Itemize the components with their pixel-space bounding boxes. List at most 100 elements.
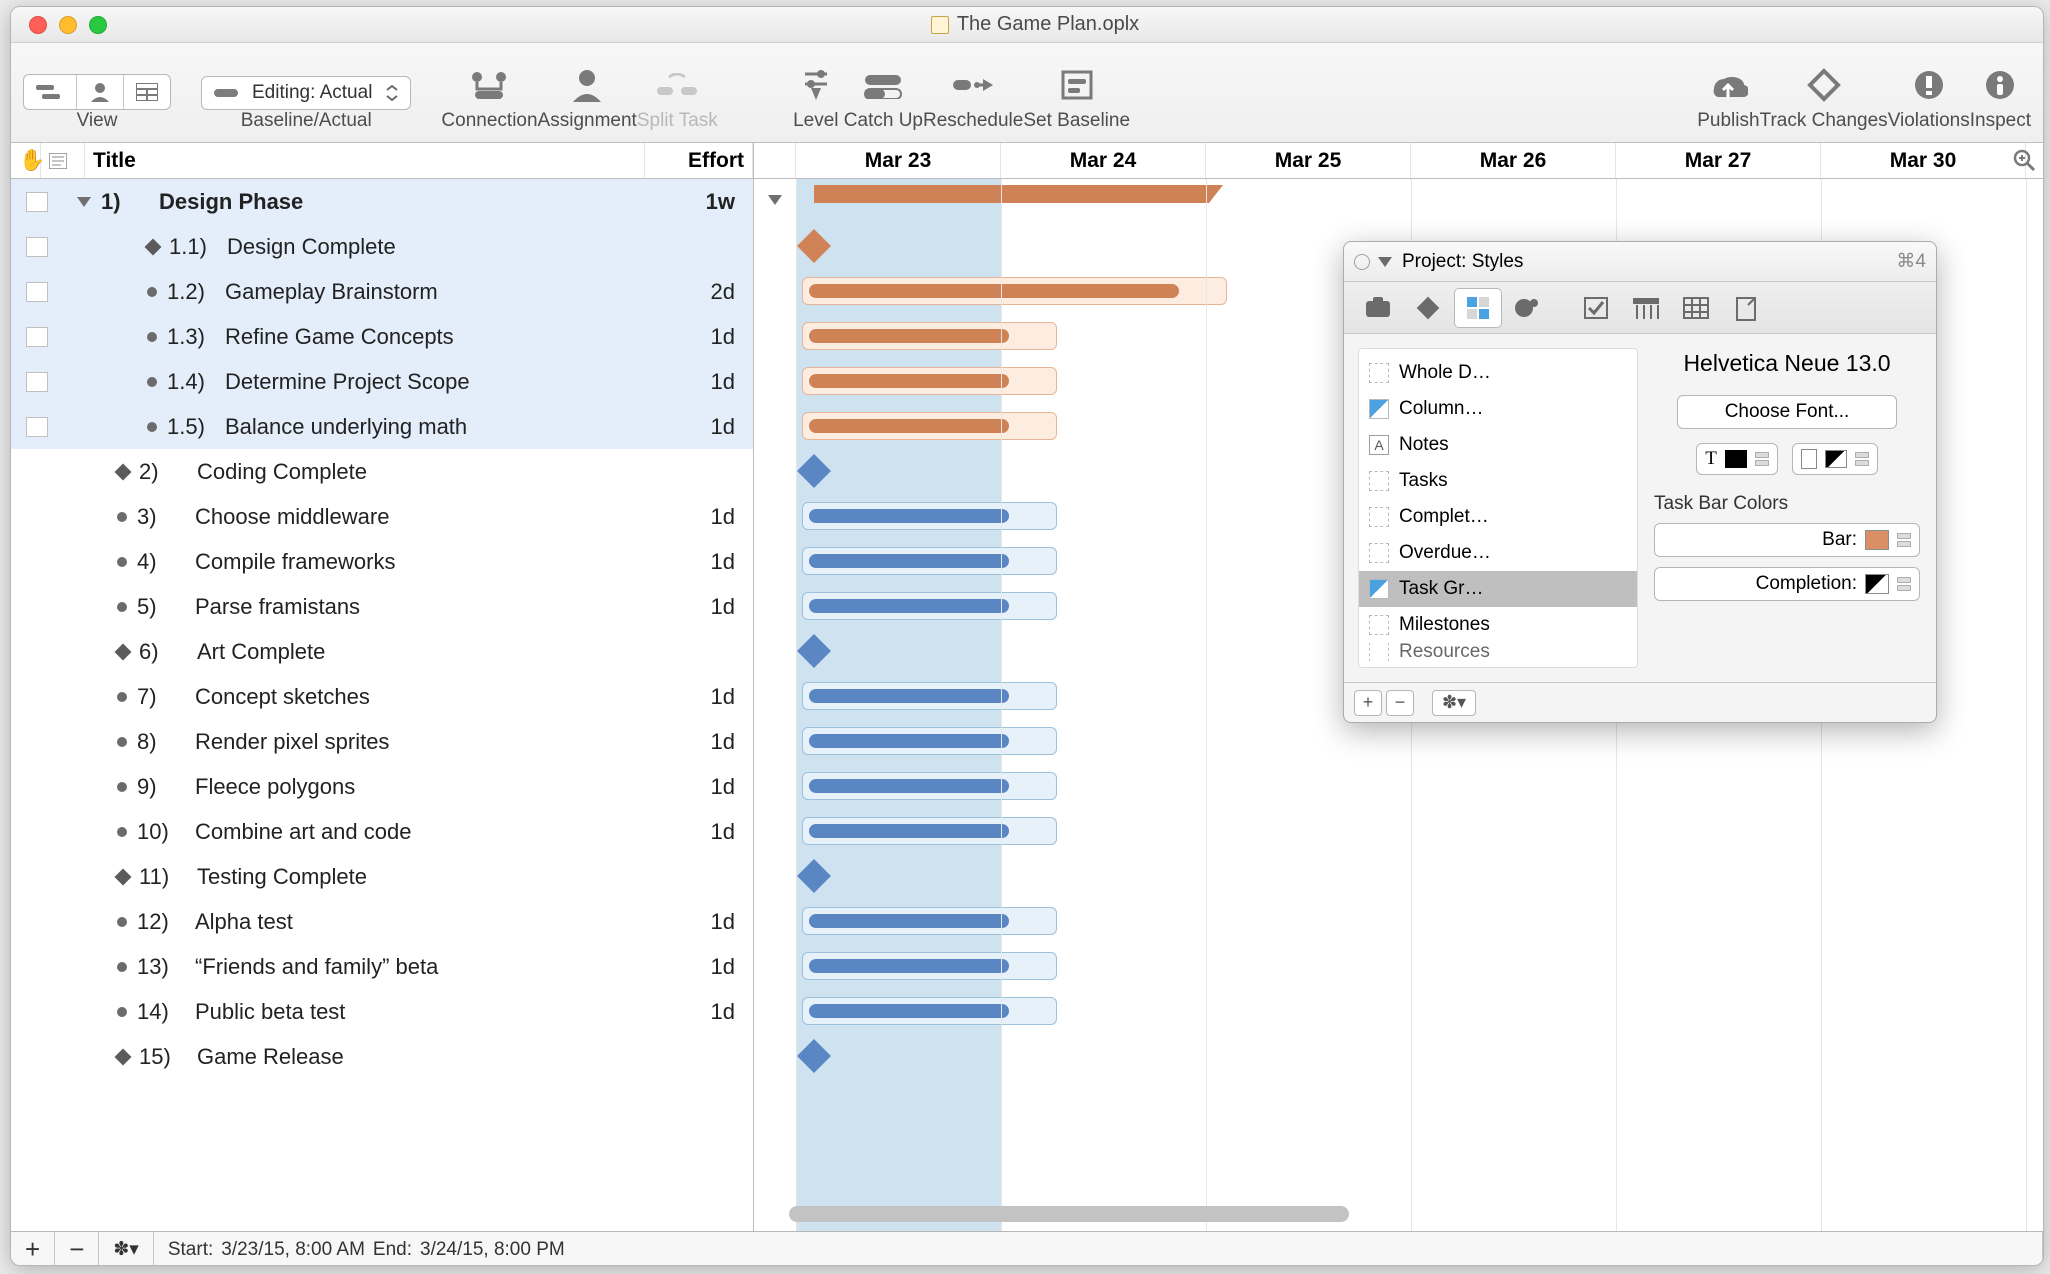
toolbar-assignment[interactable]: Assignment — [538, 66, 637, 132]
style-list-item[interactable]: Overdue… — [1359, 535, 1637, 571]
task-row[interactable]: 1.3)Refine Game Concepts1d — [11, 314, 753, 359]
inspector-titlebar[interactable]: Project: Styles ⌘4 — [1344, 242, 1936, 282]
task-bar[interactable] — [809, 914, 1009, 928]
close-window-button[interactable] — [29, 16, 47, 34]
effort-cell[interactable]: 1d — [633, 594, 753, 620]
task-bar[interactable] — [809, 329, 1009, 343]
title-cell[interactable]: 1)Design Phase — [63, 189, 633, 215]
title-column-header[interactable]: Title — [85, 143, 645, 178]
toolbar-track-changes[interactable]: Track Changes — [1760, 66, 1888, 132]
remove-button[interactable]: − — [55, 1232, 99, 1266]
minimize-window-button[interactable] — [59, 16, 77, 34]
note-cell[interactable] — [11, 237, 63, 257]
task-bar-shell[interactable] — [802, 817, 1057, 845]
date-header[interactable]: Mar 27 — [1616, 143, 1821, 178]
baseline-actual-selector[interactable]: Editing: Actual — [201, 76, 411, 110]
title-cell[interactable]: 15)Game Release — [63, 1044, 633, 1070]
task-bar[interactable] — [809, 509, 1009, 523]
title-cell[interactable]: 7)Concept sketches — [63, 684, 633, 710]
task-row[interactable]: 1.1)Design Complete — [11, 224, 753, 269]
title-cell[interactable]: 9)Fleece polygons — [63, 774, 633, 800]
toolbar-inspect[interactable]: Inspect — [1970, 66, 2031, 132]
tab-project-icon[interactable] — [1354, 288, 1402, 328]
style-remove-button[interactable]: − — [1386, 690, 1414, 716]
effort-cell[interactable]: 1d — [633, 549, 753, 575]
style-list-item[interactable]: Complet… — [1359, 499, 1637, 535]
task-bar-shell[interactable] — [802, 907, 1057, 935]
task-bar-shell[interactable] — [802, 412, 1057, 440]
effort-cell[interactable]: 1d — [633, 954, 753, 980]
title-cell[interactable]: 5)Parse framistans — [63, 594, 633, 620]
style-add-button[interactable]: + — [1354, 690, 1382, 716]
bar-color-row[interactable]: Bar: — [1654, 523, 1920, 557]
note-cell[interactable] — [11, 417, 63, 437]
title-cell[interactable]: 4)Compile frameworks — [63, 549, 633, 575]
title-cell[interactable]: 11)Testing Complete — [63, 864, 633, 890]
task-row[interactable]: 11)Testing Complete — [11, 854, 753, 899]
view-mode-calendar-icon[interactable] — [124, 75, 170, 109]
style-action-menu[interactable]: ✽▾ — [1432, 690, 1476, 716]
drag-handle-icon[interactable]: ✋ — [11, 143, 41, 178]
gantt-row[interactable] — [754, 854, 2043, 899]
gantt-row[interactable] — [754, 764, 2043, 809]
title-cell[interactable]: 1.3)Refine Game Concepts — [63, 324, 633, 350]
summary-bar[interactable] — [814, 185, 1209, 203]
task-bar[interactable] — [809, 734, 1009, 748]
text-color-stepper[interactable]: T — [1696, 443, 1778, 475]
effort-cell[interactable]: 1d — [633, 909, 753, 935]
scrollbar-thumb[interactable] — [789, 1206, 1349, 1222]
title-cell[interactable]: 8)Render pixel sprites — [63, 729, 633, 755]
style-list-item[interactable]: ANotes — [1359, 427, 1637, 463]
task-bar-shell[interactable] — [802, 772, 1057, 800]
task-bar-shell[interactable] — [802, 502, 1057, 530]
title-cell[interactable]: 13)“Friends and family” beta — [63, 954, 633, 980]
gantt-scrollbar[interactable] — [771, 1203, 2029, 1225]
task-bar[interactable] — [809, 554, 1009, 568]
title-cell[interactable]: 1.2)Gameplay Brainstorm — [63, 279, 633, 305]
effort-cell[interactable]: 1w — [633, 189, 753, 215]
note-cell[interactable] — [11, 192, 63, 212]
tab-styles-icon[interactable] — [1454, 288, 1502, 328]
gantt-row[interactable] — [754, 989, 2043, 1034]
toolbar-violations[interactable]: Violations — [1888, 66, 1970, 132]
title-cell[interactable]: 10)Combine art and code — [63, 819, 633, 845]
notes-column-icon[interactable] — [41, 143, 85, 178]
date-header[interactable]: Mar 24 — [1001, 143, 1206, 178]
task-bar-shell[interactable] — [802, 277, 1227, 305]
date-header[interactable]: Mar 30 — [1821, 143, 2026, 178]
style-list-item[interactable]: Tasks — [1359, 463, 1637, 499]
milestone-diamond[interactable] — [797, 634, 831, 668]
milestone-diamond[interactable] — [797, 229, 831, 263]
view-mode-gantt-icon[interactable] — [24, 75, 77, 109]
title-cell[interactable]: 1.1)Design Complete — [63, 234, 633, 260]
gantt-row[interactable] — [754, 179, 2043, 224]
view-mode-resource-icon[interactable] — [77, 75, 124, 109]
toolbar-connection[interactable]: Connection — [441, 66, 537, 132]
task-row[interactable]: 1.2)Gameplay Brainstorm2d — [11, 269, 753, 314]
task-row[interactable]: 10)Combine art and code1d — [11, 809, 753, 854]
completion-color-row[interactable]: Completion: — [1654, 567, 1920, 601]
gantt-row[interactable] — [754, 944, 2043, 989]
task-row[interactable]: 1)Design Phase1w — [11, 179, 753, 224]
task-bar[interactable] — [809, 824, 1009, 838]
note-cell[interactable] — [11, 282, 63, 302]
effort-cell[interactable]: 1d — [633, 369, 753, 395]
title-cell[interactable]: 1.5)Balance underlying math — [63, 414, 633, 440]
title-cell[interactable]: 12)Alpha test — [63, 909, 633, 935]
tab-export-icon[interactable] — [1722, 288, 1770, 328]
task-row[interactable]: 7)Concept sketches1d — [11, 674, 753, 719]
effort-cell[interactable]: 1d — [633, 684, 753, 710]
milestone-diamond[interactable] — [797, 859, 831, 893]
tab-milestones-icon[interactable] — [1404, 288, 1452, 328]
note-cell[interactable] — [11, 372, 63, 392]
view-switcher[interactable] — [23, 74, 171, 110]
title-cell[interactable]: 3)Choose middleware — [63, 504, 633, 530]
style-list-item[interactable]: Task Gr… — [1359, 571, 1637, 607]
task-row[interactable]: 8)Render pixel sprites1d — [11, 719, 753, 764]
gantt-row[interactable] — [754, 1034, 2043, 1079]
effort-cell[interactable]: 1d — [633, 774, 753, 800]
tab-columns-icon[interactable] — [1622, 288, 1670, 328]
style-list-item[interactable]: Milestones — [1359, 607, 1637, 643]
tab-table-icon[interactable] — [1672, 288, 1720, 328]
action-menu-button[interactable]: ✽▾ — [99, 1232, 153, 1266]
